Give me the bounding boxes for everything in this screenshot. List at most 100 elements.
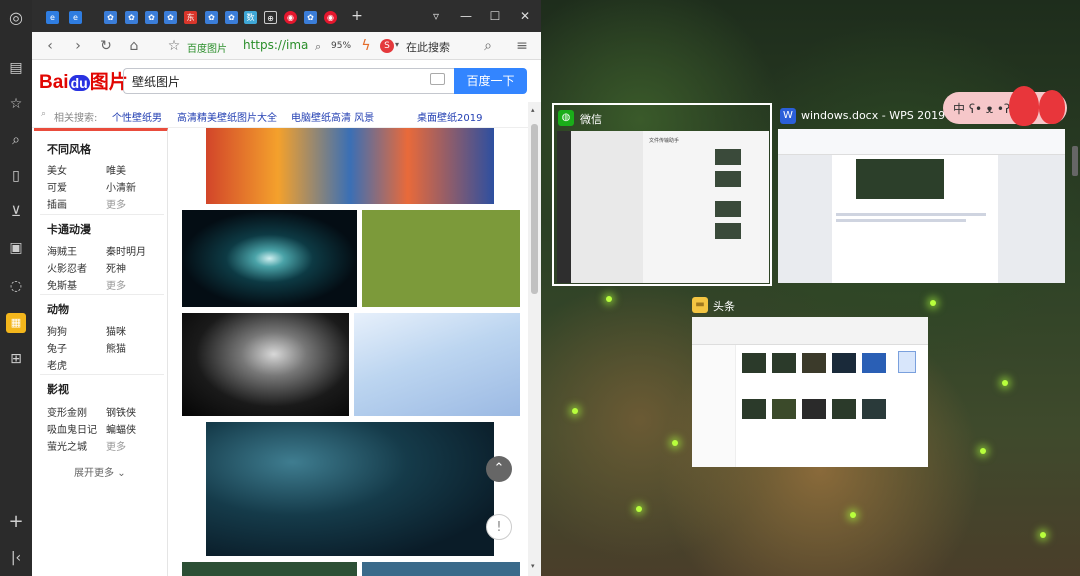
category-item[interactable]: 钢铁侠 [106,404,136,419]
category-item[interactable]: 猫咪 [106,323,126,338]
search-engine-dropdown-icon[interactable]: ▾ [395,40,399,49]
search-button[interactable]: 百度一下 [454,68,527,94]
category-item[interactable]: 海贼王 [47,243,77,258]
category-item[interactable]: 火影忍者 [47,260,87,275]
image-search-input[interactable]: 壁纸图片 [123,68,454,94]
close-icon[interactable]: ✕ [515,6,535,26]
related-link[interactable]: 个性壁纸男 [112,109,162,124]
category-item[interactable]: 熊猫 [106,340,126,355]
translate-icon[interactable]: ⊞ [6,349,26,369]
page-scrollbar[interactable]: ▴ ▾ [528,102,541,576]
desktop-widget[interactable]: 中 ʕ• ᴥ •ʔ [943,86,1067,126]
address-url[interactable]: https://ima [243,38,308,52]
related-link[interactable]: 桌面壁纸2019 [417,109,482,124]
scroll-thumb[interactable] [531,124,538,294]
video-icon[interactable]: ▣ [6,238,26,258]
expand-more-button[interactable]: 展开更多 ⌄ [74,464,126,479]
baidu-paw-tab-icon[interactable]: ✿ [104,11,117,24]
category-more-link[interactable]: 更多 [106,196,126,211]
related-link[interactable]: 电脑壁纸高清 风景 [291,109,374,124]
category-item[interactable]: 可爱 [47,179,67,194]
star-icon[interactable]: ☆ [6,94,26,114]
edge-handle[interactable] [1072,146,1078,176]
forward-icon[interactable]: › [68,36,88,56]
add-icon[interactable]: + [6,512,26,532]
category-item[interactable]: 变形金刚 [47,404,87,419]
baidu-paw-tab-icon[interactable]: ✿ [145,11,158,24]
category-item[interactable]: 死神 [106,260,126,275]
new-tab-plus-icon[interactable]: + [347,6,367,26]
wallpaper-thumbnail-silhouette[interactable] [182,313,349,416]
zoom-level[interactable]: 95% [331,41,351,51]
wps-window-thumbnail[interactable]: W windows.docx - WPS 2019 [778,103,1066,283]
category-item[interactable]: 蝙蝠侠 [106,421,136,436]
category-title: 卡通动漫 [47,223,91,236]
wallpaper-thumbnail[interactable] [182,562,357,576]
maximize-icon[interactable]: ☐ [485,6,505,26]
wechat-window-thumbnail[interactable]: ◍ 微信 文件传输助手 [552,103,772,286]
tab-bar: e e ✿ ✿ ✿ ✿ 东 ✿ ✿ 数 ⊕ ◉ ✿ ◉ + ▿ — ☐ ✕ [32,0,541,32]
wallpaper-thumbnail-willow[interactable] [354,313,520,416]
refresh-icon[interactable]: ↻ [96,36,116,56]
search-icon[interactable]: ⌕ [478,36,498,56]
category-item[interactable]: 萤光之城 [47,438,87,453]
baidu-paw-tab-icon[interactable]: ✿ [164,11,177,24]
reading-icon[interactable]: ▦ [6,313,26,333]
category-item[interactable]: 吸血鬼日记 [47,421,97,436]
browser-logo-icon[interactable]: ◎ [6,8,26,28]
baidu-paw-tab-icon[interactable]: ✿ [125,11,138,24]
weibo-tab-icon[interactable]: ◉ [284,11,297,24]
bookmark-star-icon[interactable]: ☆ [164,36,184,56]
category-item[interactable]: 免斯基 [47,277,77,292]
weibo-tab-icon[interactable]: ◉ [324,11,337,24]
zoom-icon[interactable]: ⌕ [315,40,321,54]
wallpaper-thumbnail-galaxy[interactable] [182,210,357,307]
baidu-image-logo[interactable]: Bai du 图片 [39,67,128,94]
wallpaper-thumbnail-painting[interactable] [206,128,494,204]
category-more-link[interactable]: 更多 [106,277,126,292]
globe-tab-icon[interactable]: ⊕ [264,11,277,24]
category-item[interactable]: 狗狗 [47,323,67,338]
chat-icon[interactable]: ◌ [6,276,26,296]
back-icon[interactable]: ‹ [40,36,60,56]
collapse-icon[interactable]: |‹ [6,548,26,568]
wallpaper-thumbnail-starry-sky[interactable] [206,422,494,556]
scroll-to-top-button[interactable]: ⌃ [486,456,512,482]
wallpaper-thumbnail-green[interactable] [362,210,520,307]
minimize-icon[interactable]: — [456,6,476,26]
menu-icon[interactable]: ≡ [512,36,532,56]
baidu-paw-tab-icon[interactable]: ✿ [304,11,317,24]
ie-tab-icon[interactable]: e [69,11,82,24]
camera-icon[interactable] [430,73,445,85]
scroll-up-arrow-icon[interactable]: ▴ [531,106,535,114]
category-more-link[interactable]: 更多 [106,438,126,453]
ie-tab-icon[interactable]: e [46,11,59,24]
explorer-window-thumbnail[interactable]: ▬ 头条 [692,293,928,467]
category-item[interactable]: 兔子 [47,340,67,355]
eastmoney-tab-icon[interactable]: 东 [184,11,197,24]
feedback-button[interactable]: ! [486,514,512,540]
news-icon[interactable]: ▤ [6,58,26,78]
category-item[interactable]: 插画 [47,196,67,211]
baidu-paw-tab-icon[interactable]: ✿ [205,11,218,24]
lightning-icon[interactable]: ϟ [356,36,376,56]
sogou-search-icon[interactable]: S [380,39,394,53]
scroll-down-arrow-icon[interactable]: ▾ [531,562,535,570]
baidu-paw-tab-icon[interactable]: ✿ [225,11,238,24]
home-icon[interactable]: ⌂ [124,36,144,56]
book-icon[interactable]: ▯ [6,166,26,186]
category-item[interactable]: 老虎 [47,357,67,372]
wallpaper-thumbnail[interactable] [362,562,520,576]
category-item[interactable]: 唯美 [106,162,126,177]
browser-search-input[interactable]: 在此搜索 [406,39,450,55]
skin-icon[interactable]: ▿ [426,6,446,26]
category-item[interactable]: 秦时明月 [106,243,146,258]
numbers-tab-icon[interactable]: 数 [244,11,257,24]
divider [40,374,164,375]
firefly [930,300,936,306]
category-item[interactable]: 美女 [47,162,67,177]
related-link[interactable]: 高清精美壁纸图片大全 [177,109,277,124]
category-item[interactable]: 小清新 [106,179,136,194]
cart-icon[interactable]: ⊻ [6,202,26,222]
search-icon[interactable]: ⌕ [6,130,26,150]
